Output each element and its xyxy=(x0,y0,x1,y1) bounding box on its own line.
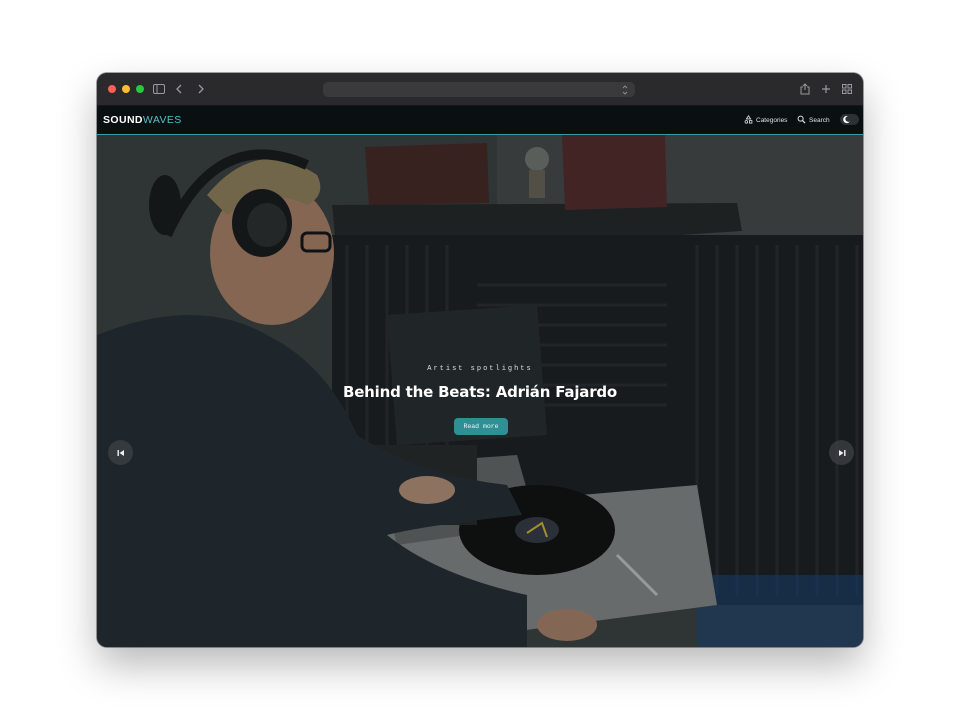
next-slide-button[interactable] xyxy=(829,440,854,465)
hero-carousel: Artist spotlights Behind the Beats: Adri… xyxy=(97,135,863,647)
site-logo[interactable]: SOUNDWAVES xyxy=(103,114,182,126)
browser-toolbar xyxy=(97,73,863,106)
categories-label: Categories xyxy=(756,117,788,124)
hero-category: Artist spotlights xyxy=(427,365,533,373)
read-more-button[interactable]: Read more xyxy=(454,418,508,435)
moon-icon xyxy=(843,115,850,124)
logo-text-sound: SOUND xyxy=(103,114,143,126)
chevron-right-icon[interactable] xyxy=(194,82,208,96)
search-icon xyxy=(797,115,806,126)
hero-title[interactable]: Behind the Beats: Adrián Fajardo xyxy=(97,383,863,401)
plus-icon[interactable] xyxy=(819,82,833,96)
reload-icon[interactable] xyxy=(619,83,631,95)
zoom-window-button[interactable] xyxy=(136,85,144,93)
logo-text-waves: WAVES xyxy=(142,114,182,126)
browser-window: SOUNDWAVES Categories Search Artist spot… xyxy=(97,73,863,647)
minimize-window-button[interactable] xyxy=(122,85,130,93)
categories-link[interactable]: Categories xyxy=(744,114,788,126)
address-bar[interactable] xyxy=(323,82,635,97)
site-header: SOUNDWAVES Categories Search xyxy=(97,106,863,135)
sidebar-icon[interactable] xyxy=(152,82,166,96)
tab-overview-icon[interactable] xyxy=(840,82,854,96)
share-icon[interactable] xyxy=(798,82,812,96)
window-controls xyxy=(108,85,144,93)
theme-toggle[interactable] xyxy=(840,114,859,125)
search-link[interactable]: Search xyxy=(797,115,830,126)
previous-slide-button[interactable] xyxy=(108,440,133,465)
search-label: Search xyxy=(809,117,830,124)
close-window-button[interactable] xyxy=(108,85,116,93)
skip-previous-icon xyxy=(117,449,124,456)
skip-next-icon xyxy=(838,449,845,456)
chevron-left-icon[interactable] xyxy=(172,82,186,96)
categories-icon xyxy=(744,114,753,126)
